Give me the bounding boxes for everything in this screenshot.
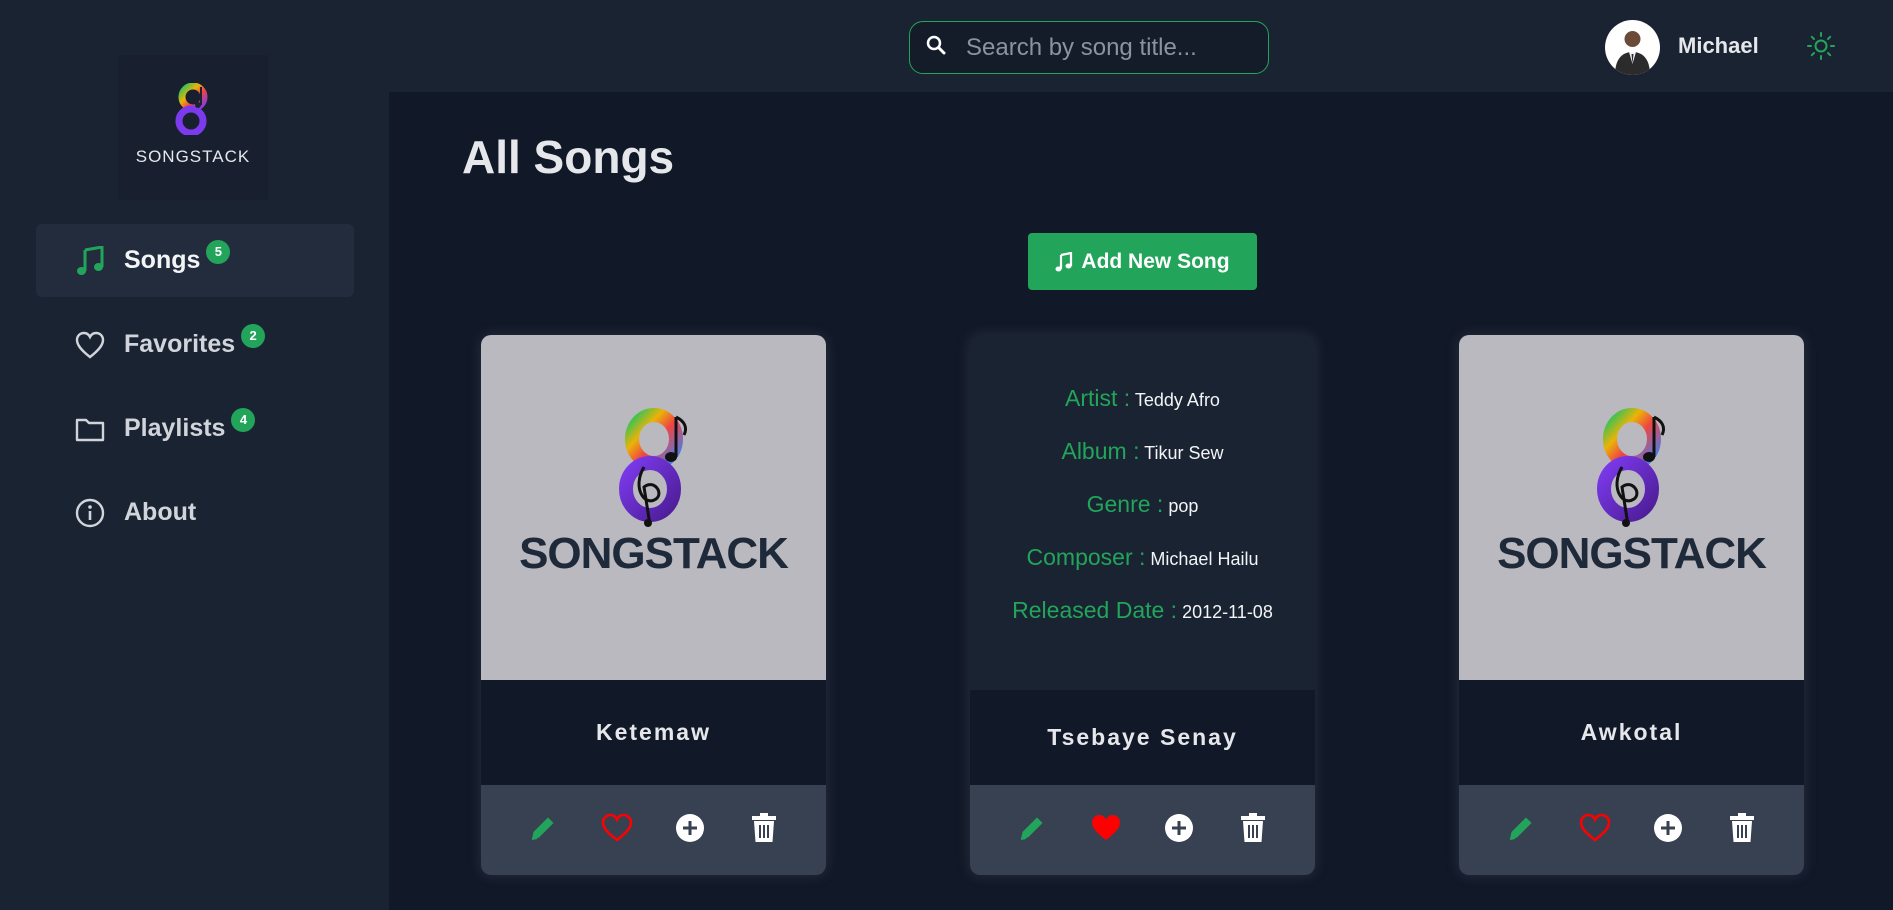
- sidebar-item-favorites[interactable]: Favorites 2: [36, 308, 354, 381]
- sidebar-item-label: Playlists: [124, 414, 226, 442]
- songstack-logo-icon: [175, 83, 208, 135]
- card-brand-text: SONGSTACK: [519, 529, 789, 578]
- heart-filled-icon: [1090, 813, 1122, 848]
- delete-button[interactable]: [1722, 810, 1762, 850]
- count-badge: 5: [206, 239, 231, 264]
- detail-genre: Genre : pop: [1086, 491, 1199, 517]
- trash-icon: [1240, 812, 1266, 848]
- delete-button[interactable]: [1233, 810, 1273, 850]
- search-box[interactable]: [909, 21, 1269, 74]
- music-note-icon: [1055, 251, 1073, 272]
- add-to-playlist-button[interactable]: [1648, 810, 1688, 850]
- user-name[interactable]: Michael: [1678, 33, 1759, 59]
- sidebar-item-playlists[interactable]: Playlists 4: [36, 392, 354, 465]
- add-to-playlist-button[interactable]: [670, 810, 710, 850]
- card-brand-text: SONGSTACK: [1497, 529, 1767, 578]
- add-new-song-button[interactable]: Add New Song: [1028, 233, 1257, 290]
- add-to-playlist-button[interactable]: [1159, 810, 1199, 850]
- sidebar-item-about[interactable]: About: [36, 476, 354, 549]
- sidebar-nav: Songs 5 Favorites 2 Playlists 4 About: [36, 224, 354, 560]
- detail-album: Album : Tikur Sew: [1061, 438, 1224, 464]
- plus-circle-icon: [675, 813, 705, 848]
- sidebar-item-label: About: [124, 498, 197, 526]
- user-avatar-icon: [1615, 31, 1650, 75]
- page-title: All Songs: [462, 131, 675, 183]
- card-actions: [1459, 785, 1804, 875]
- edit-button[interactable]: [1501, 810, 1541, 850]
- sun-icon: [1807, 32, 1835, 64]
- top-header: Michael: [389, 0, 1893, 92]
- sidebar-item-label: Favorites: [124, 330, 236, 358]
- favorite-button[interactable]: [597, 810, 637, 850]
- search-icon: [926, 35, 946, 60]
- heart-icon: [74, 329, 106, 361]
- songstack-logo-icon: [618, 408, 687, 527]
- avatar[interactable]: [1605, 20, 1660, 75]
- pencil-icon: [1017, 813, 1047, 848]
- heart-outline-icon: [601, 813, 633, 848]
- card-actions: [970, 785, 1315, 875]
- plus-circle-icon: [1653, 813, 1683, 848]
- detail-composer: Composer : Michael Hailu: [1026, 544, 1259, 570]
- info-icon: [74, 497, 106, 529]
- sidebar-item-label: Songs: [124, 246, 201, 274]
- count-badge: 2: [241, 323, 266, 348]
- trash-icon: [1729, 812, 1755, 848]
- count-badge: 4: [231, 407, 256, 432]
- song-title: Tsebaye Senay: [970, 690, 1315, 785]
- logo-text: SONGSTACK: [135, 147, 251, 166]
- trash-icon: [751, 812, 777, 848]
- theme-toggle-button[interactable]: [1807, 32, 1835, 65]
- pencil-icon: [528, 813, 558, 848]
- favorite-button[interactable]: [1575, 810, 1615, 850]
- song-details: Artist : Teddy Afro Album : Tikur Sew Ge…: [970, 335, 1315, 690]
- song-cover-image: SONGSTACK: [1459, 335, 1804, 680]
- song-card[interactable]: SONGSTACK Ketemaw: [481, 335, 826, 875]
- sidebar-item-songs[interactable]: Songs 5: [36, 224, 354, 297]
- pencil-icon: [1506, 813, 1536, 848]
- song-title: Ketemaw: [481, 680, 826, 785]
- app-logo[interactable]: SONGSTACK: [118, 55, 268, 200]
- edit-button[interactable]: [1012, 810, 1052, 850]
- heart-outline-icon: [1579, 813, 1611, 848]
- song-title: Awkotal: [1459, 680, 1804, 785]
- detail-artist: Artist : Teddy Afro: [1065, 385, 1220, 411]
- songstack-logo-icon: [1596, 408, 1665, 527]
- search-input[interactable]: [966, 33, 1226, 62]
- music-note-icon: [74, 245, 106, 277]
- folder-icon: [74, 413, 106, 445]
- delete-button[interactable]: [744, 810, 784, 850]
- song-card[interactable]: SONGSTACK Awkotal: [1459, 335, 1804, 875]
- add-button-label: Add New Song: [1081, 249, 1230, 273]
- song-cover-image: SONGSTACK: [481, 335, 826, 680]
- song-card[interactable]: Artist : Teddy Afro Album : Tikur Sew Ge…: [970, 335, 1315, 875]
- plus-circle-icon: [1164, 813, 1194, 848]
- edit-button[interactable]: [523, 810, 563, 850]
- detail-released-date: Released Date : 2012-11-08: [1012, 597, 1273, 623]
- card-actions: [481, 785, 826, 875]
- sidebar: SONGSTACK Songs 5 Favorites 2 Playlists …: [0, 0, 389, 910]
- favorite-button[interactable]: [1086, 810, 1126, 850]
